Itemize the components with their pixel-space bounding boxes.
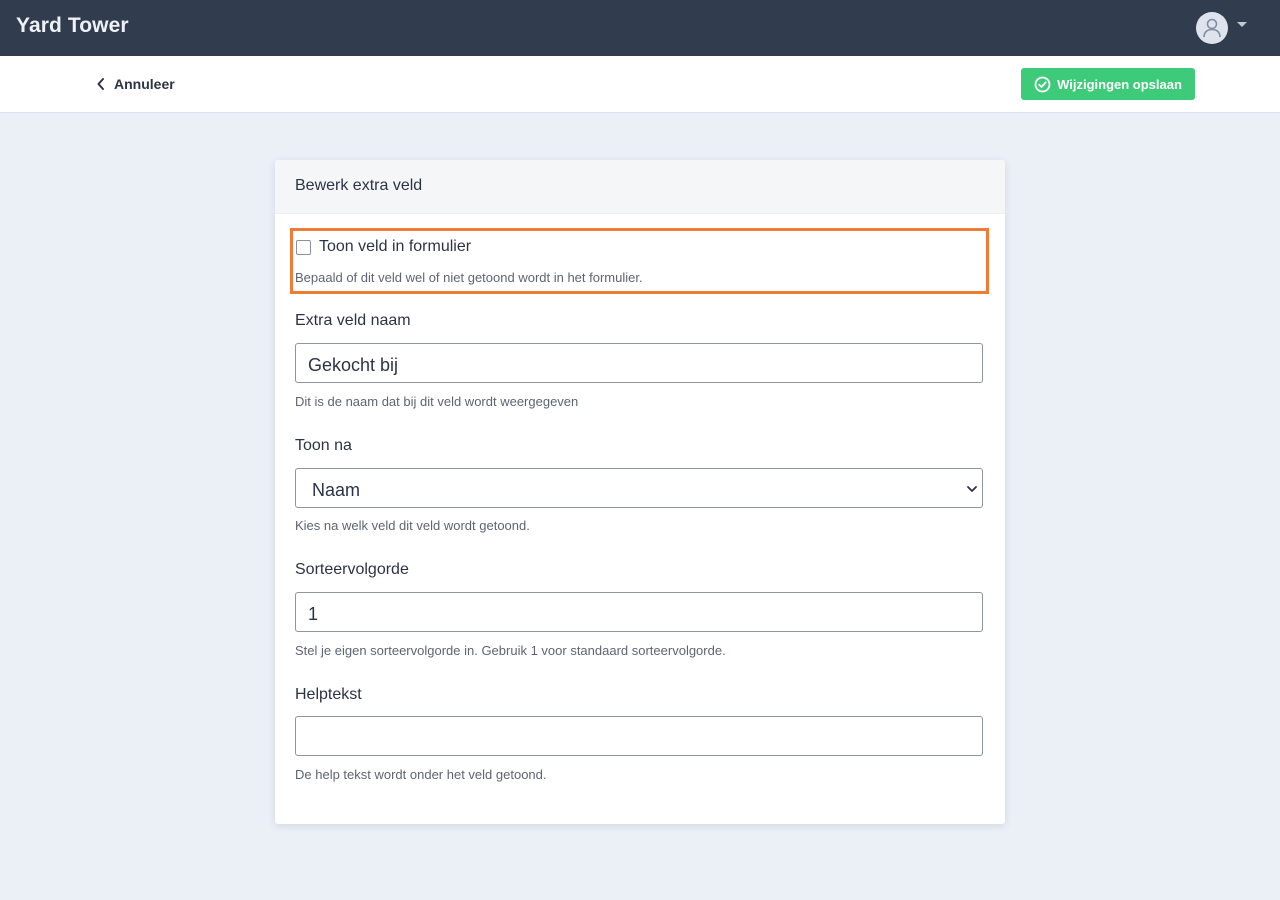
edit-field-card: Bewerk extra veld Toon veld in formulier… [275, 160, 1005, 824]
after-field-label: Toon na [295, 437, 352, 454]
after-field-select[interactable]: Naam [295, 468, 983, 508]
sort-order-input[interactable]: 1 [295, 592, 983, 632]
app-logo[interactable]: Yard Tower [16, 14, 129, 38]
chevron-left-icon [97, 78, 104, 90]
show-field-label[interactable]: Toon veld in formulier [319, 238, 471, 256]
chevron-down-icon [967, 486, 977, 492]
card-title: Bewerk extra veld [295, 177, 423, 194]
show-field-checkbox[interactable] [296, 240, 311, 255]
sort-field-label: Sorteervolgorde [295, 561, 409, 578]
name-input[interactable]: Gekocht bij [295, 343, 983, 383]
helptext-input[interactable] [295, 716, 983, 756]
name-field-label: Extra veld naam [295, 312, 411, 329]
name-input-value: Gekocht bij [308, 355, 399, 375]
cancel-label: Annuleer [114, 76, 175, 92]
caret-down-icon[interactable] [1237, 22, 1247, 27]
cancel-link[interactable]: Annuleer [96, 75, 175, 93]
sort-field-help: Stel je eigen sorteervolgorde in. Gebrui… [295, 643, 726, 658]
save-label: Wijzigingen opslaan [1057, 76, 1182, 92]
show-field-help: Bepaald of dit veld wel of niet getoond … [295, 270, 643, 285]
save-changes-button[interactable]: Wijzigingen opslaan [1021, 68, 1195, 100]
after-field-help: Kies na welk veld dit veld wordt getoond… [295, 518, 530, 533]
after-field-selected: Naam [312, 480, 361, 500]
action-bar: Annuleer Wijzigingen opslaan [0, 56, 1280, 113]
top-navbar: Yard Tower [0, 0, 1280, 56]
name-field-help: Dit is de naam dat bij dit veld wordt we… [295, 394, 579, 409]
user-icon [1203, 18, 1221, 38]
helptext-field-help: De help tekst wordt onder het veld getoo… [295, 767, 547, 782]
check-circle-icon [1034, 76, 1051, 92]
helptext-field-label: Helptekst [295, 686, 362, 703]
sort-order-value: 1 [308, 604, 319, 624]
user-avatar[interactable] [1196, 12, 1228, 44]
